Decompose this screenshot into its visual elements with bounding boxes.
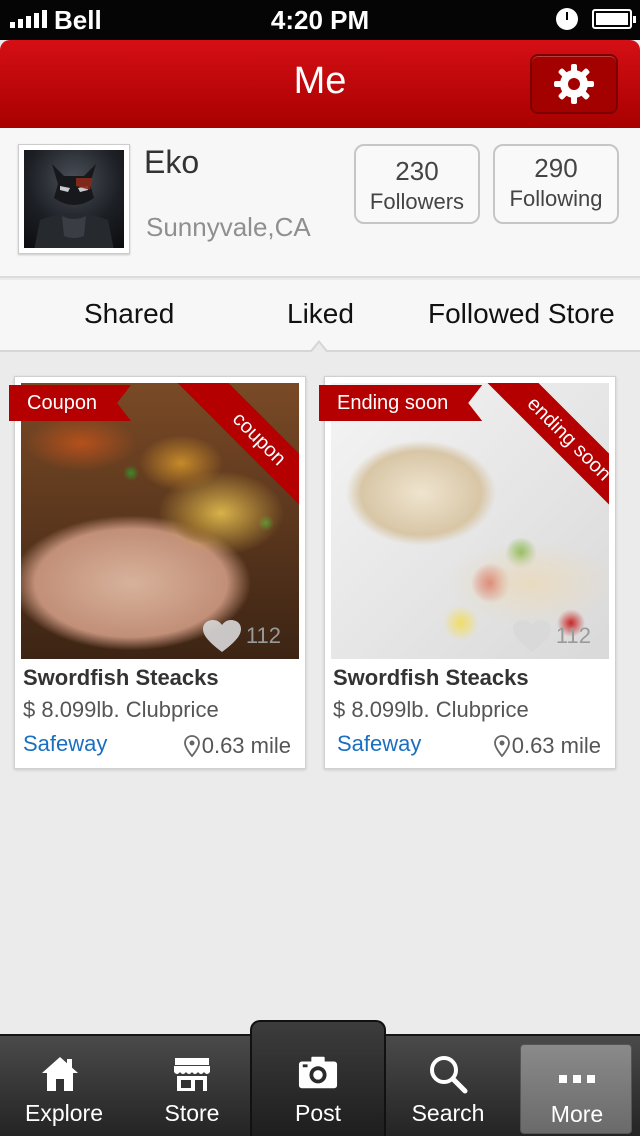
heart-icon — [202, 620, 241, 652]
status-bar: Bell 4:20 PM — [0, 0, 640, 40]
house-icon — [40, 1054, 80, 1094]
alarm-icon — [556, 8, 578, 30]
tabbar-explore[interactable]: Explore — [0, 1036, 128, 1136]
like-count[interactable]: 112 — [202, 619, 281, 653]
magnifier-icon — [428, 1054, 468, 1094]
more-dots-icon — [557, 1059, 597, 1099]
followers-count: 230 — [395, 156, 439, 186]
tab-liked[interactable]: Liked — [287, 298, 354, 330]
profile-name: Eko — [144, 144, 200, 180]
deal-tag: Ending soon — [319, 385, 482, 421]
deal-card[interactable]: Coupon coupon 112 Swordfish Steacks $ 8.… — [14, 376, 306, 769]
tab-followed-store[interactable]: Followed Store — [428, 298, 615, 330]
deal-price: $ 8.099lb. Clubprice — [23, 697, 219, 722]
deal-tag: Coupon — [9, 385, 131, 421]
profile-location: Sunnyvale,CA — [146, 212, 311, 242]
deal-title: Swordfish Steacks — [333, 665, 529, 690]
heart-icon — [512, 620, 551, 652]
deal-title: Swordfish Steacks — [23, 665, 219, 690]
store-link[interactable]: Safeway — [337, 731, 421, 757]
corner-ribbon: coupon — [169, 383, 299, 513]
settings-button[interactable] — [530, 54, 618, 114]
gear-icon — [554, 64, 594, 104]
deal-price: $ 8.099lb. Clubprice — [333, 697, 529, 722]
status-time: 4:20 PM — [270, 5, 370, 35]
selected-tab-indicator — [309, 340, 329, 353]
following-label: Following — [509, 186, 603, 211]
distance: 0.63 mile — [493, 733, 601, 759]
battery-icon — [592, 9, 636, 29]
camera-icon — [298, 1052, 338, 1092]
following-button[interactable]: 290 Following — [493, 144, 619, 224]
tabbar-search[interactable]: Search — [384, 1036, 512, 1136]
corner-ribbon: ending soon — [479, 383, 609, 513]
like-count[interactable]: 112 — [512, 619, 591, 653]
storefront-icon — [172, 1054, 212, 1094]
store-link[interactable]: Safeway — [23, 731, 107, 757]
location-pin-icon — [183, 735, 200, 757]
distance: 0.63 mile — [183, 733, 291, 759]
deal-image[interactable]: ending soon 112 — [331, 383, 609, 659]
tabbar-store[interactable]: Store — [128, 1036, 256, 1136]
location-pin-icon — [493, 735, 510, 757]
nav-bar: Me — [0, 40, 640, 128]
avatar[interactable] — [18, 144, 130, 254]
deal-card[interactable]: Ending soon ending soon 112 Swordfish St… — [324, 376, 616, 769]
deal-image[interactable]: coupon 112 — [21, 383, 299, 659]
followers-button[interactable]: 230 Followers — [354, 144, 480, 224]
tab-shared[interactable]: Shared — [84, 298, 174, 330]
followers-label: Followers — [369, 189, 465, 214]
profile-header: Eko Sunnyvale,CA 230 Followers 290 Follo… — [0, 128, 640, 278]
tabbar-post[interactable]: Post — [250, 1020, 386, 1136]
tabbar-more[interactable]: More — [520, 1044, 632, 1134]
following-count: 290 — [534, 153, 578, 183]
